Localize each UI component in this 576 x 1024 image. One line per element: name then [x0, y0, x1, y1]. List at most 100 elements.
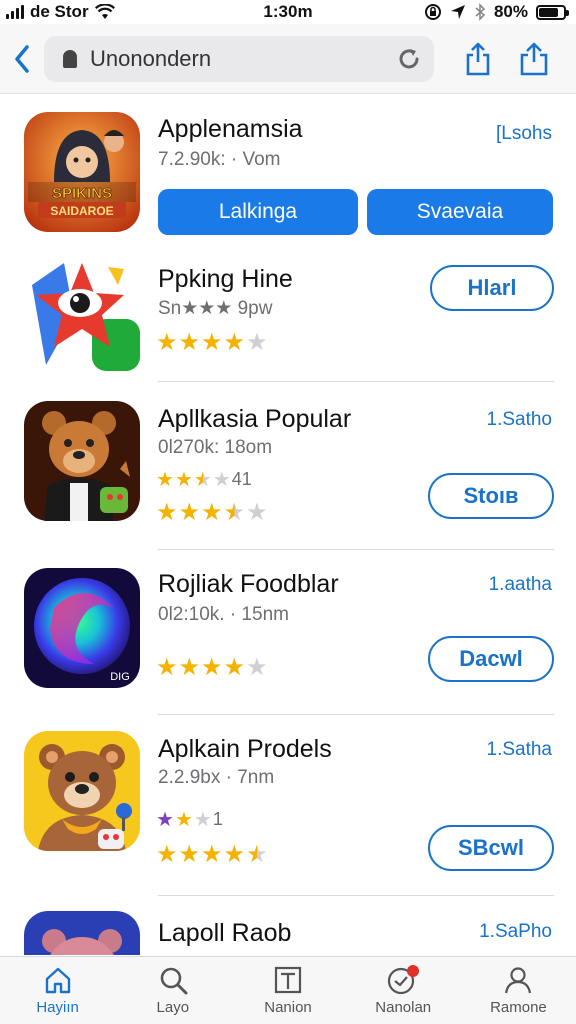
- app-meta: 0l270k: 18om: [158, 437, 273, 458]
- list-item: Apllkasia Popular 0l270k: 18om ★ ★ ★ ★ 41 ★…: [0, 385, 576, 550]
- battery-icon: [536, 4, 569, 20]
- carrier-label: de Stor: [30, 2, 89, 21]
- rating-count: 41: [231, 469, 252, 489]
- reload-icon[interactable]: [396, 46, 422, 72]
- list-item: Ppking Hine Sn★★★ 9pw ★ ★ ★ ★ ★ Hlarl: [0, 245, 576, 385]
- app-link[interactable]: 1.Satho: [487, 409, 553, 431]
- secondary-action-button[interactable]: Svaevaia: [367, 189, 553, 235]
- star-rating: ★ ★ ★ ★ ★: [156, 843, 268, 867]
- share-icon: [466, 42, 490, 75]
- pink-bear-app-icon[interactable]: [24, 911, 140, 955]
- row-divider: [158, 381, 554, 382]
- rating-summary: ★ ★ ★ 1: [156, 809, 223, 831]
- eye-star-app-icon[interactable]: [24, 255, 142, 375]
- app-title[interactable]: Ppking Hine: [158, 265, 293, 294]
- gradient-swirl-app-icon[interactable]: DIG: [24, 568, 140, 688]
- star-icon: ★: [246, 654, 268, 681]
- star-icon: ★: [201, 654, 223, 681]
- app-link[interactable]: 1.SaPho: [479, 921, 552, 943]
- battery-percent: 80%: [493, 2, 528, 21]
- list-item: Lapoll Raob 1.SaPho: [0, 897, 576, 955]
- notification-icon: [388, 965, 420, 995]
- star-icon: ★: [223, 329, 246, 356]
- star-icon: ★: [178, 841, 201, 868]
- app-meta: 2.2.9bx · 7nm: [158, 767, 275, 788]
- list-item: Aplkain Prodels 2.2.9bx · 7nm ★ ★ ★ 1 ★ ★ ★ ★…: [0, 715, 576, 897]
- profile-icon: [505, 967, 532, 994]
- get-button[interactable]: Dacwl: [428, 636, 554, 682]
- wifi-icon: [94, 4, 115, 19]
- primary-action-button[interactable]: Lalkinga: [158, 189, 358, 235]
- app-title[interactable]: Applenamsia: [158, 115, 303, 144]
- star-icon: ★: [156, 499, 178, 526]
- app-link[interactable]: [Lsohs: [496, 123, 552, 145]
- star-icon: ★: [178, 329, 201, 356]
- star-rating: ★ ★ ★ ★ ★: [156, 331, 268, 355]
- tab-news[interactable]: Nanion: [230, 957, 345, 1024]
- share-button[interactable]: [456, 37, 500, 81]
- home-icon: [45, 967, 70, 994]
- star-icon: ★: [156, 841, 178, 868]
- tab-label: Layo: [156, 999, 190, 1016]
- star-rating: ★ ★ ★ ★ ★: [156, 656, 268, 680]
- star-icon: ★: [223, 499, 246, 526]
- search-icon: [160, 967, 188, 995]
- teddy-bear-app-icon[interactable]: [24, 731, 140, 851]
- upload-icon: [520, 42, 548, 75]
- app-meta: 0l2:10k. · 15nm: [158, 604, 289, 625]
- game-hero-app-icon[interactable]: SPIKINS SAIDAROE: [24, 112, 140, 232]
- tab-profile[interactable]: Ramone: [461, 957, 576, 1024]
- tab-search[interactable]: Layo: [115, 957, 230, 1024]
- app-title[interactable]: Rojliak Foodblar: [158, 570, 339, 599]
- rating-count: 1: [212, 809, 223, 829]
- icon-badge: DIG: [110, 671, 130, 683]
- rating-summary: ★ ★ ★ ★ 41: [156, 469, 252, 491]
- get-button[interactable]: Stoıв: [428, 473, 554, 519]
- status-bar: de Stor 1:30m 80%: [0, 0, 576, 24]
- tab-bar: Hayiın Layo Nanion Nanolan Ramone: [0, 956, 576, 1024]
- bear-mascot-app-icon[interactable]: [24, 401, 140, 521]
- get-button[interactable]: SBcwl: [428, 825, 554, 871]
- lock-rotation-icon: [424, 4, 441, 20]
- star-icon: ★: [223, 654, 246, 681]
- app-link[interactable]: 1.aatha: [489, 574, 552, 596]
- tab-label: Nanolan: [375, 999, 432, 1016]
- tab-label: Ramone: [490, 999, 547, 1016]
- svg-text:SPIKINS: SPIKINS: [52, 185, 112, 202]
- chevron-left-icon: [15, 44, 29, 73]
- star-rating: ★ ★ ★ ★ ★: [156, 501, 268, 525]
- bluetooth-icon: [475, 3, 486, 21]
- get-button[interactable]: Hlarl: [430, 265, 554, 311]
- app-meta: 7.2.90k: · Vom: [158, 149, 281, 170]
- row-divider: [158, 895, 554, 896]
- tab-notifications[interactable]: Nanolan: [346, 957, 461, 1024]
- search-field[interactable]: [44, 35, 434, 82]
- star-icon: ★: [178, 499, 201, 526]
- star-icon: ★: [156, 329, 178, 356]
- app-title[interactable]: Lapoll Raob: [158, 919, 291, 948]
- signal-icon: [6, 5, 24, 19]
- star-icon: ★: [246, 841, 268, 868]
- tab-home[interactable]: Hayiın: [0, 957, 115, 1024]
- nav-bar: [0, 24, 576, 94]
- star-icon: ★: [156, 654, 178, 681]
- star-icon: ★: [223, 841, 246, 868]
- upload-button[interactable]: [512, 37, 556, 81]
- app-title[interactable]: Aplkain Prodels: [158, 735, 332, 764]
- news-icon: [274, 966, 302, 994]
- star-icon: ★: [201, 329, 223, 356]
- star-icon: ★: [178, 654, 201, 681]
- search-input[interactable]: [90, 45, 386, 72]
- back-button[interactable]: [4, 37, 40, 81]
- tab-label: Nanion: [264, 999, 312, 1016]
- list-item: SPIKINS SAIDAROE Applenamsia 7.2.90k: · …: [0, 95, 576, 245]
- list-item: DIG Rojliak Foodblar 0l2:10k. · 15nm ★ ★ ★…: [0, 550, 576, 715]
- location-arrow-icon: [450, 5, 465, 19]
- app-meta: Sn★★★ 9pw: [158, 298, 273, 319]
- app-title[interactable]: Apllkasia Popular: [158, 405, 351, 434]
- tab-label: Hayiın: [36, 999, 79, 1016]
- app-list: SPIKINS SAIDAROE Applenamsia 7.2.90k: · …: [0, 95, 576, 955]
- svg-text:SAIDAROE: SAIDAROE: [50, 204, 113, 218]
- app-link[interactable]: 1.Satha: [487, 739, 553, 761]
- star-icon: ★: [201, 841, 223, 868]
